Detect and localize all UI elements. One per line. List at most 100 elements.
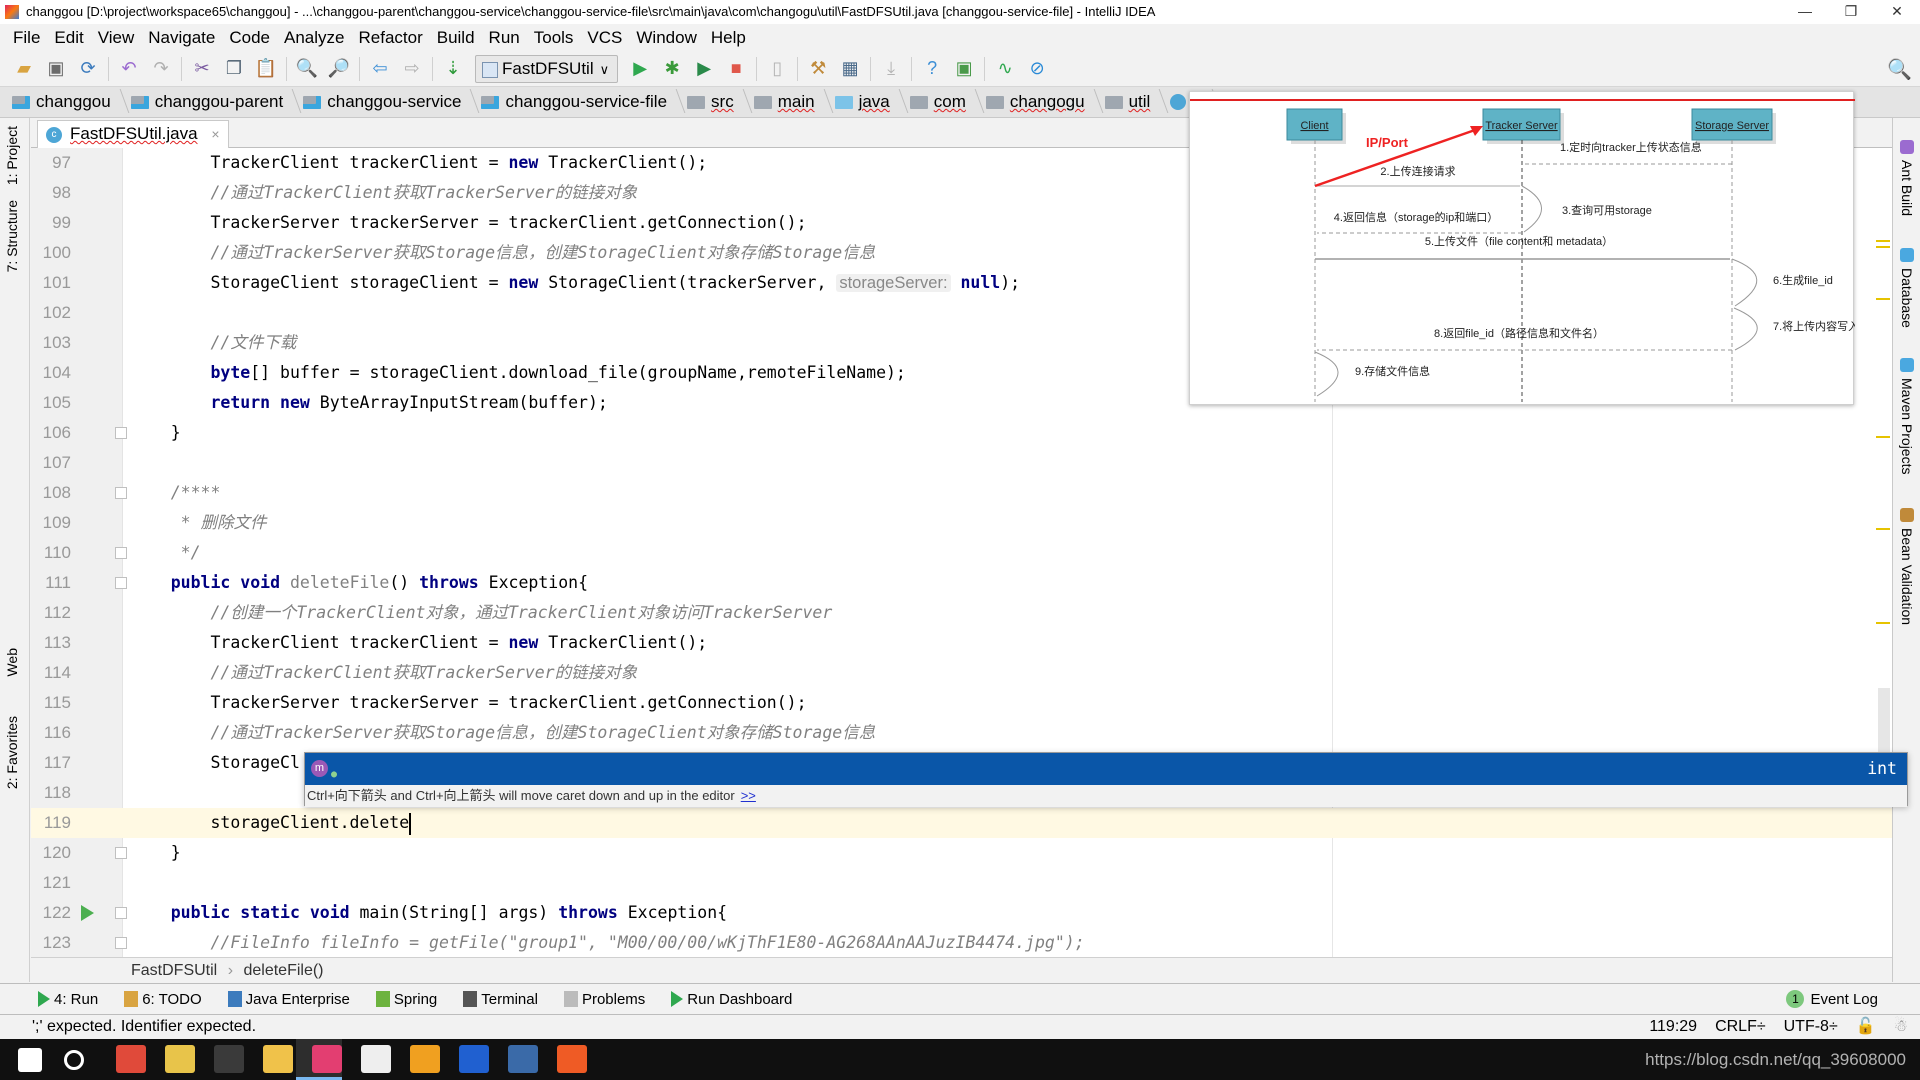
tool-window-maven-projects[interactable]: Maven Projects [1899,378,1915,474]
breadcrumb-item[interactable]: src [687,92,748,112]
breadcrumb-item[interactable]: changogu [985,92,1099,112]
forward-icon[interactable]: ⇨ [396,54,428,84]
tool-window-favorites[interactable]: 2: Favorites [4,716,20,789]
app-blue-icon[interactable] [459,1045,489,1073]
find-icon[interactable]: 🔍 [291,54,323,84]
completion-hint-link[interactable]: >> [741,788,756,803]
breadcrumb-item[interactable]: changgou-parent [130,92,298,112]
coverage-icon[interactable]: ▶ [688,54,720,84]
postman-icon[interactable] [557,1045,587,1073]
restore-button[interactable]: ❐ [1828,0,1874,24]
debug-icon[interactable]: ✱ [656,54,688,84]
tool-window-bean-validation[interactable]: Bean Validation [1899,528,1915,625]
breadcrumb-item[interactable]: util [1104,92,1165,112]
breadcrumb-item[interactable]: changgou [12,92,125,112]
menu-refactor[interactable]: Refactor [351,24,429,51]
breadcrumb-item[interactable]: com [909,92,980,112]
menu-help[interactable]: Help [704,24,753,51]
menu-vcs[interactable]: VCS [580,24,629,51]
tool-window-java-enterprise[interactable]: Java Enterprise [227,991,350,1008]
save-icon[interactable]: ▣ [40,54,72,84]
menu-code[interactable]: Code [222,24,277,51]
undo-icon[interactable]: ↶ [113,54,145,84]
caret-position[interactable]: 119:29 [1649,1015,1697,1039]
tool-window-run[interactable]: 4: Run [38,991,98,1008]
tool-window-structure[interactable]: 7: Structure [4,200,20,272]
close-tab-icon[interactable]: × [211,121,219,147]
sync-icon[interactable]: ⟳ [72,54,104,84]
cut-icon[interactable]: ✂ [186,54,218,84]
chrome-icon[interactable] [116,1045,146,1073]
lock-icon[interactable]: 🔓 [1856,1015,1876,1039]
menu-window[interactable]: Window [629,24,703,51]
tool-window-terminal[interactable]: Terminal [463,991,538,1008]
menu-build[interactable]: Build [430,24,482,51]
start-icon[interactable] [18,1048,42,1072]
file-encoding[interactable]: UTF-8÷ [1784,1015,1838,1039]
completion-item-delete-file[interactable]: m ● delete_file(String group_name, Strin… [305,753,1907,874]
file-explorer-icon[interactable] [263,1045,293,1073]
run-gutter-icon[interactable] [81,905,94,921]
fold-marker-icon[interactable] [115,547,127,559]
replace-icon[interactable]: 🔎 [323,54,355,84]
tab-fastdfsutil-java[interactable]: c FastDFSUtil.java × [37,120,229,148]
tool-window-problems[interactable]: Problems [563,991,645,1008]
app-docs-icon[interactable] [508,1045,538,1073]
breadcrumb-item[interactable]: main [753,92,829,112]
menu-edit[interactable]: Edit [47,24,90,51]
run-icon[interactable]: ▶ [624,54,656,84]
paste-icon[interactable]: 📋 [250,54,282,84]
fold-marker-icon[interactable] [115,427,127,439]
help-icon[interactable]: ? [916,54,948,84]
breadcrumb-class[interactable]: FastDFSUtil [131,962,217,979]
breadcrumb-item[interactable]: java [834,92,904,112]
breadcrumb-item[interactable]: changgou-service [303,92,475,112]
fold-marker-icon[interactable] [115,907,127,919]
terminal-app-icon[interactable] [214,1045,244,1073]
fold-marker-icon[interactable] [115,937,127,949]
typora-icon[interactable] [361,1045,391,1073]
tool-window-database[interactable]: Database [1899,268,1915,328]
fold-marker-icon[interactable] [115,577,127,589]
search-everywhere-icon[interactable]: 🔍 [1887,57,1912,82]
monitor-icon[interactable]: ∿ [989,54,1021,84]
copy-icon[interactable]: ❐ [218,54,250,84]
close-button[interactable]: ✕ [1874,0,1920,24]
stop-icon[interactable]: ■ [720,54,752,84]
deploy-icon[interactable]: ▯ [761,54,793,84]
tool-window-web[interactable]: Web [4,648,20,677]
redo-icon[interactable]: ↷ [145,54,177,84]
disable-icon[interactable]: ⊘ [1021,54,1053,84]
cortana-icon[interactable] [64,1050,84,1070]
project-structure-icon[interactable]: ▦ [834,54,866,84]
sdk-icon[interactable]: ▣ [948,54,980,84]
menu-view[interactable]: View [91,24,142,51]
app-yellow-icon[interactable] [165,1045,195,1073]
menu-run[interactable]: Run [482,24,527,51]
inspector-icon[interactable]: ☃ [1894,1015,1908,1039]
tool-window-spring[interactable]: Spring [375,991,437,1008]
tool-window-todo[interactable]: 6: TODO [124,991,202,1008]
fold-marker-icon[interactable] [115,847,127,859]
tool-window-run-dashboard[interactable]: Run Dashboard [671,991,792,1008]
app-orange-icon[interactable] [410,1045,440,1073]
event-log-button[interactable]: 1 Event Log [1786,990,1878,1008]
error-stripe[interactable] [1876,148,1892,957]
settings-icon[interactable]: ⚒ [802,54,834,84]
build-icon[interactable]: ⇣ [437,54,469,84]
download-icon[interactable]: ⤓ [875,54,907,84]
tool-window-ant-build[interactable]: Ant Build [1899,160,1915,216]
line-separator[interactable]: CRLF÷ [1715,1015,1766,1039]
run-configuration-select[interactable]: FastDFSUtil ∨ [475,54,619,83]
menu-tools[interactable]: Tools [527,24,581,51]
breadcrumb-item[interactable]: changgou-service-file [481,92,681,112]
menu-navigate[interactable]: Navigate [141,24,222,51]
fold-marker-icon[interactable] [115,487,127,499]
menu-analyze[interactable]: Analyze [277,24,351,51]
back-icon[interactable]: ⇦ [364,54,396,84]
breadcrumb-method[interactable]: deleteFile() [243,962,323,979]
menu-file[interactable]: File [6,24,47,51]
minimize-button[interactable]: — [1782,0,1828,24]
open-folder-icon[interactable]: ▰ [8,54,40,84]
tool-window-project[interactable]: 1: Project [4,126,20,185]
